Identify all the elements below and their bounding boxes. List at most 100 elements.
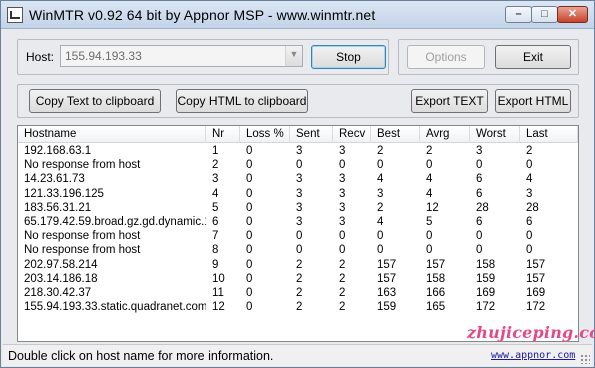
column-header-loss[interactable]: Loss % — [240, 126, 290, 143]
table-cell: 0 — [377, 230, 384, 243]
table-cell: 0 — [339, 230, 346, 243]
table-cell: 157 — [377, 258, 397, 271]
table-header: Hostname Nr Loss % Sent Recv Best Avrg W… — [18, 126, 578, 143]
table-row[interactable]: 14.23.61.73 3 0 3 3 4 4 6 4 — [18, 172, 578, 186]
column-header-last[interactable]: Last — [520, 126, 578, 143]
hostname-cell[interactable]: 121.33.196.125 — [18, 187, 206, 201]
table-cell: 3 — [377, 187, 384, 200]
resize-grip-icon[interactable] — [580, 354, 590, 364]
combo-dropdown-button[interactable]: ▼ — [285, 46, 302, 66]
table-cell: 166 — [426, 286, 446, 299]
watermark-text: zhujiceping.com — [467, 323, 595, 342]
table-cell: 2 — [339, 272, 346, 285]
export-html-button[interactable]: Export HTML — [495, 89, 571, 113]
minimize-button[interactable]: – — [505, 6, 532, 23]
table-cell: 169 — [476, 286, 496, 299]
table-row[interactable]: 203.14.186.18 10 0 2 2 157 158 159 157 — [18, 272, 578, 286]
title-bar[interactable]: WinMTR v0.92 64 bit by Appnor MSP - www.… — [1, 1, 594, 29]
table-cell: 5 — [426, 215, 433, 228]
host-value[interactable]: 155.94.193.33 — [65, 49, 142, 63]
hostname-cell[interactable]: No response from host — [18, 229, 206, 243]
table-cell: 2 — [296, 301, 303, 314]
table-row[interactable]: 121.33.196.125 4 0 3 3 3 4 6 3 — [18, 187, 578, 201]
hostname-cell[interactable]: 218.30.42.37 — [18, 286, 206, 300]
table-cell: 0 — [246, 301, 253, 314]
table-cell: 6 — [476, 187, 483, 200]
hostname-cell[interactable]: 192.168.63.1 — [18, 144, 206, 158]
table-cell: 6 — [476, 215, 483, 228]
table-cell: 1 — [212, 145, 219, 157]
table-cell: 157 — [426, 258, 446, 271]
table-row[interactable]: 192.168.63.1 1 0 3 3 2 2 3 2 — [18, 144, 578, 158]
column-header-hostname[interactable]: Hostname — [18, 126, 206, 143]
table-cell: 3 — [296, 187, 303, 200]
table-cell: 2 — [526, 145, 533, 157]
column-header-sent[interactable]: Sent — [290, 126, 333, 143]
column-header-recv[interactable]: Recv — [333, 126, 371, 143]
copy-text-button[interactable]: Copy Text to clipboard — [29, 89, 161, 113]
hostname-cell[interactable]: 155.94.193.33.static.quadranet.com — [18, 300, 206, 314]
stop-button[interactable]: Stop — [311, 45, 386, 69]
exit-button[interactable]: Exit — [495, 45, 571, 69]
table-row[interactable]: 155.94.193.33.static.quadranet.com 12 0 2 2 1… — [18, 300, 578, 314]
table-cell: 2 — [339, 301, 346, 314]
table-cell: 2 — [377, 201, 384, 214]
table-row[interactable]: 65.179.42.59.broad.gz.gd.dynamic.1... 6 0 3… — [18, 215, 578, 229]
winmtr-window: WinMTR v0.92 64 bit by Appnor MSP - www.… — [0, 0, 595, 368]
table-cell: 4 — [212, 187, 219, 200]
hostname-cell[interactable]: 202.97.58.214 — [18, 258, 206, 272]
table-row[interactable]: No response from host 7 0 0 0 0 0 0 0 — [18, 229, 578, 243]
chevron-down-icon: ▼ — [289, 49, 299, 59]
table-cell: 0 — [526, 159, 533, 172]
table-cell: 0 — [246, 173, 253, 186]
table-cell: 4 — [377, 173, 384, 186]
hostname-cell[interactable]: 65.179.42.59.broad.gz.gd.dynamic.1... — [18, 215, 206, 229]
column-header-worst[interactable]: Worst — [470, 126, 520, 143]
table-row[interactable]: 218.30.42.37 11 0 2 2 163 166 169 169 — [18, 286, 578, 300]
column-header-nr[interactable]: Nr — [206, 126, 240, 143]
status-text: Double click on host name for more infor… — [8, 349, 274, 363]
maximize-button[interactable]: □ — [531, 6, 558, 23]
column-header-best[interactable]: Best — [371, 126, 420, 143]
table-cell: 0 — [246, 145, 253, 157]
table-cell: 0 — [476, 159, 483, 172]
status-bar: Double click on host name for more infor… — [3, 344, 592, 366]
hostname-cell[interactable]: No response from host — [18, 158, 206, 172]
table-cell: 3 — [339, 187, 346, 200]
table-row[interactable]: No response from host 8 0 0 0 0 0 0 0 — [18, 243, 578, 257]
table-cell: 2 — [339, 286, 346, 299]
table-cell: 2 — [426, 145, 433, 157]
hostname-cell[interactable]: 14.23.61.73 — [18, 172, 206, 186]
table-cell: 0 — [296, 230, 303, 243]
table-cell: 169 — [526, 286, 546, 299]
table-cell: 0 — [246, 230, 253, 243]
table-cell: 0 — [377, 244, 384, 257]
hostname-cell[interactable]: 183.56.31.21 — [18, 201, 206, 215]
close-button[interactable]: ✕ — [557, 6, 588, 23]
table-cell: 9 — [212, 258, 219, 271]
results-table[interactable]: Hostname Nr Loss % Sent Recv Best Avrg W… — [17, 125, 579, 342]
table-cell: 3 — [296, 145, 303, 157]
copy-html-button[interactable]: Copy HTML to clipboard — [176, 89, 308, 113]
table-row[interactable]: 202.97.58.214 9 0 2 2 157 157 158 157 — [18, 258, 578, 272]
table-cell: 7 — [212, 230, 219, 243]
status-url-link[interactable]: www.appnor.com — [491, 350, 575, 361]
column-header-avrg[interactable]: Avrg — [420, 126, 470, 143]
maximize-icon: □ — [541, 8, 548, 20]
host-combobox[interactable]: 155.94.193.33 ▼ — [60, 45, 303, 67]
table-cell: 158 — [476, 258, 496, 271]
hostname-cell[interactable]: 203.14.186.18 — [18, 272, 206, 286]
table-row[interactable]: No response from host 2 0 0 0 0 0 0 0 — [18, 158, 578, 172]
table-cell: 2 — [212, 159, 219, 172]
table-cell: 157 — [377, 272, 397, 285]
hostname-cell[interactable]: No response from host — [18, 243, 206, 257]
options-button[interactable]: Options — [407, 45, 485, 69]
table-cell: 157 — [526, 258, 546, 271]
table-row[interactable]: 183.56.31.21 5 0 3 3 2 12 28 28 — [18, 201, 578, 215]
table-cell: 0 — [339, 244, 346, 257]
table-cell: 5 — [212, 201, 219, 214]
table-cell: 0 — [246, 187, 253, 200]
export-text-button[interactable]: Export TEXT — [411, 89, 488, 113]
table-cell: 6 — [476, 173, 483, 186]
minimize-icon: – — [515, 8, 522, 20]
